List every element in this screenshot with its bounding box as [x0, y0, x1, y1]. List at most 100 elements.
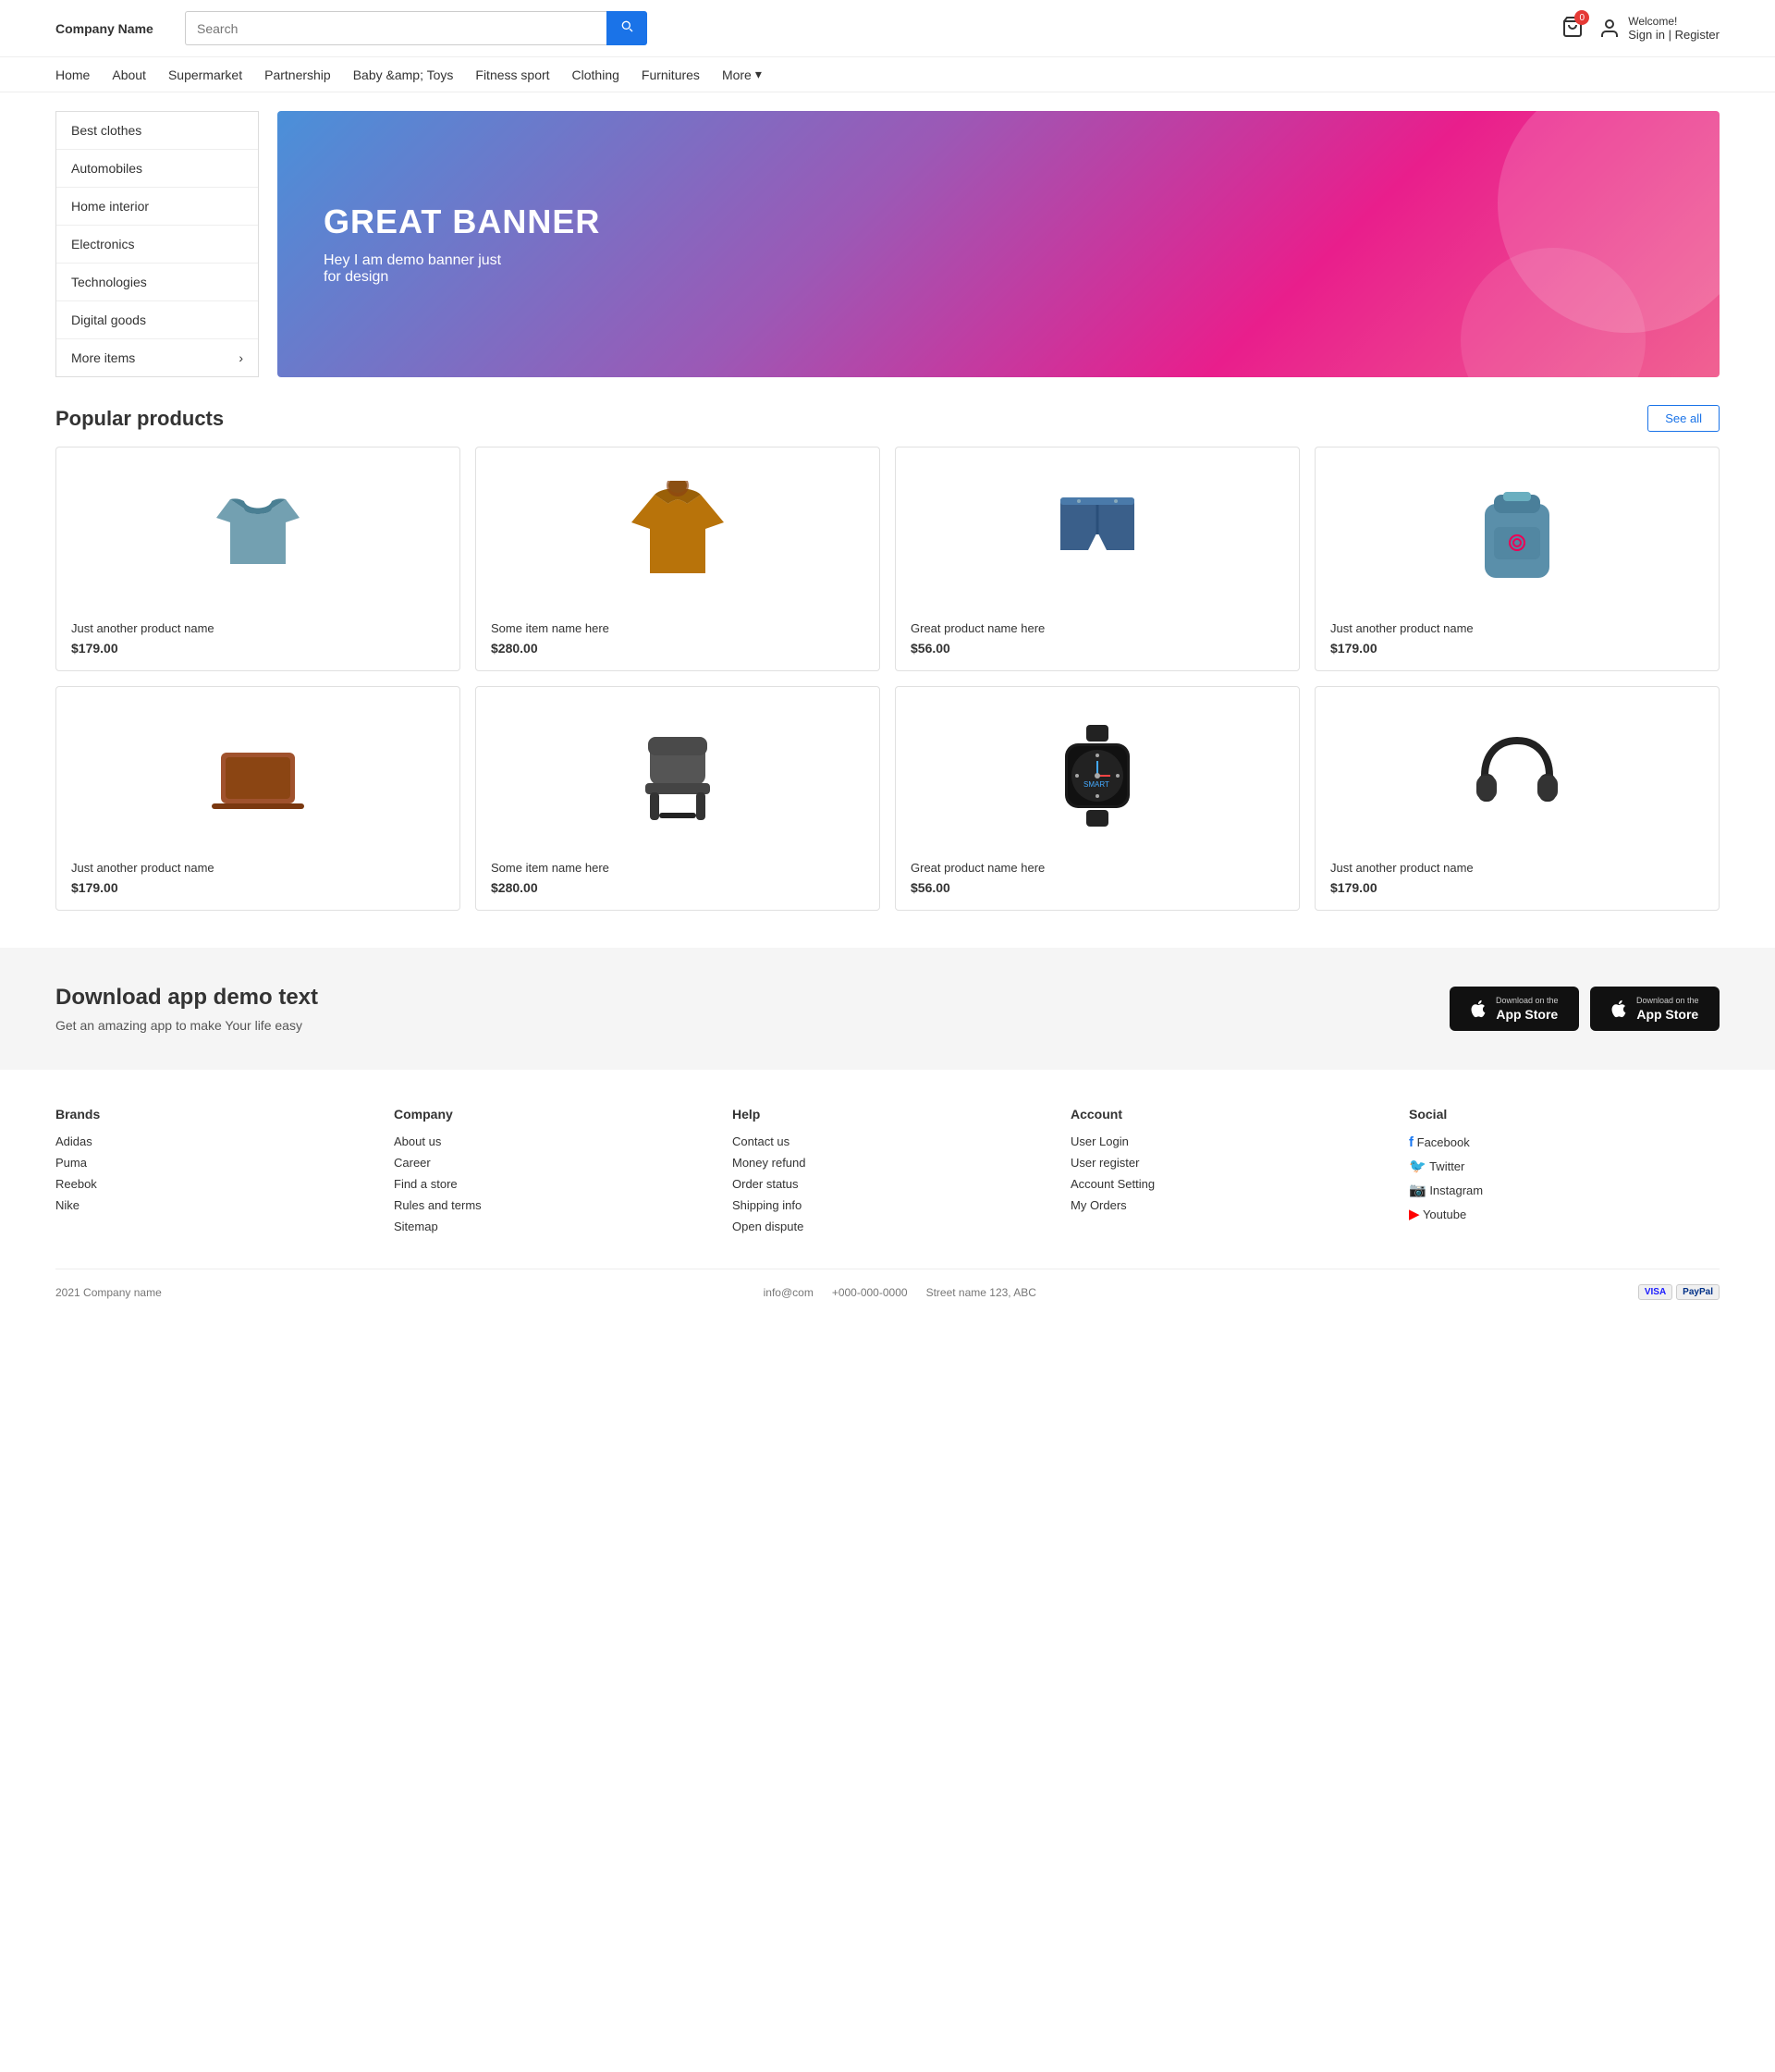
- cart-button[interactable]: 0: [1561, 16, 1584, 41]
- footer-account-heading: Account: [1071, 1107, 1381, 1122]
- appstore-label-large-1: App Store: [1496, 1007, 1559, 1022]
- visa-payment-icon: VISA: [1638, 1284, 1672, 1300]
- laptop-icon: [202, 720, 313, 831]
- product-card-2[interactable]: Some item name here $280.00: [475, 447, 880, 671]
- header: Company Name 0 Welcome! Sign in | Regist…: [0, 0, 1775, 57]
- footer-link-facebook[interactable]: f Facebook: [1409, 1134, 1720, 1150]
- footer-link-career[interactable]: Career: [394, 1156, 704, 1170]
- search-button[interactable]: [606, 11, 647, 45]
- nav-home[interactable]: Home: [55, 67, 90, 82]
- product-card-8[interactable]: Just another product name $179.00: [1315, 686, 1720, 911]
- apple-icon-2: [1609, 999, 1629, 1019]
- popular-products-title: Popular products: [55, 407, 224, 431]
- headphones-icon: [1462, 720, 1573, 831]
- search-input[interactable]: [185, 11, 606, 45]
- product-card-6[interactable]: Some item name here $280.00: [475, 686, 880, 911]
- footer-contact: info@com +000-000-0000 Street name 123, …: [764, 1286, 1036, 1299]
- appstore-label-small-1: Download on the: [1496, 996, 1559, 1005]
- footer-company-heading: Company: [394, 1107, 704, 1122]
- footer-link-refund[interactable]: Money refund: [732, 1156, 1043, 1170]
- product-name-8: Just another product name: [1330, 861, 1704, 875]
- nav-baby[interactable]: Baby &amp; Toys: [353, 67, 454, 82]
- appstore-button-1[interactable]: Download on the App Store: [1450, 987, 1579, 1031]
- product-price-6: $280.00: [491, 880, 864, 895]
- chair-icon: [622, 720, 733, 831]
- footer-link-instagram[interactable]: 📷 Instagram: [1409, 1182, 1720, 1198]
- app-title: Download app demo text: [55, 985, 318, 1011]
- footer-help: Help Contact us Money refund Order statu…: [732, 1107, 1043, 1241]
- product-name-1: Just another product name: [71, 621, 445, 635]
- product-image-3: [911, 462, 1284, 610]
- product-price-1: $179.00: [71, 641, 445, 656]
- sidebar-item-technologies[interactable]: Technologies: [56, 264, 258, 301]
- footer-link-rules[interactable]: Rules and terms: [394, 1198, 704, 1212]
- footer-link-about-us[interactable]: About us: [394, 1134, 704, 1148]
- product-card-3[interactable]: Great product name here $56.00: [895, 447, 1300, 671]
- sidebar-item-more-items[interactable]: More items ›: [56, 339, 258, 376]
- content-row: Best clothes Automobiles Home interior E…: [55, 111, 1720, 377]
- sidebar-item-automobiles[interactable]: Automobiles: [56, 150, 258, 188]
- footer-link-sitemap[interactable]: Sitemap: [394, 1220, 704, 1233]
- footer-link-find-store[interactable]: Find a store: [394, 1177, 704, 1191]
- footer-link-account-setting[interactable]: Account Setting: [1071, 1177, 1381, 1191]
- product-card-7[interactable]: SMART Great product name here $56.00: [895, 686, 1300, 911]
- backpack-icon: [1462, 481, 1573, 592]
- product-card-1[interactable]: Just another product name $179.00: [55, 447, 460, 671]
- footer-link-user-register[interactable]: User register: [1071, 1156, 1381, 1170]
- product-card-4[interactable]: Just another product name $179.00: [1315, 447, 1720, 671]
- nav-clothing[interactable]: Clothing: [572, 67, 619, 82]
- footer-link-my-orders[interactable]: My Orders: [1071, 1198, 1381, 1212]
- header-right: 0 Welcome! Sign in | Register: [1561, 15, 1720, 42]
- product-price-2: $280.00: [491, 641, 864, 656]
- paypal-payment-icon: PayPal: [1676, 1284, 1720, 1300]
- nav-supermarket[interactable]: Supermarket: [168, 67, 242, 82]
- footer-link-adidas[interactable]: Adidas: [55, 1134, 366, 1148]
- footer-link-dispute[interactable]: Open dispute: [732, 1220, 1043, 1233]
- appstore-button-2[interactable]: Download on the App Store: [1590, 987, 1720, 1031]
- sidebar-item-electronics[interactable]: Electronics: [56, 226, 258, 264]
- footer-brands-heading: Brands: [55, 1107, 366, 1122]
- footer-link-user-login[interactable]: User Login: [1071, 1134, 1381, 1148]
- app-download-section: Download app demo text Get an amazing ap…: [0, 948, 1775, 1070]
- footer-link-youtube[interactable]: ▶ Youtube: [1409, 1206, 1720, 1222]
- appstore-label-small-2: Download on the: [1636, 996, 1699, 1005]
- footer-social: Social f Facebook 🐦 Twitter 📷 Instagram …: [1409, 1107, 1720, 1241]
- nav-partnership[interactable]: Partnership: [264, 67, 331, 82]
- footer-link-twitter[interactable]: 🐦 Twitter: [1409, 1158, 1720, 1174]
- nav-furnitures[interactable]: Furnitures: [642, 67, 700, 82]
- footer-columns: Brands Adidas Puma Reebok Nike Company A…: [55, 1107, 1720, 1269]
- nav-about[interactable]: About: [112, 67, 146, 82]
- footer-link-contact[interactable]: Contact us: [732, 1134, 1043, 1148]
- product-price-5: $179.00: [71, 880, 445, 895]
- sidebar-item-digital-goods[interactable]: Digital goods: [56, 301, 258, 339]
- watch-icon: SMART: [1042, 720, 1153, 831]
- footer-link-reebok[interactable]: Reebok: [55, 1177, 366, 1191]
- sidebar-item-home-interior[interactable]: Home interior: [56, 188, 258, 226]
- shirt-icon: [202, 481, 313, 592]
- product-card-5[interactable]: Just another product name $179.00: [55, 686, 460, 911]
- facebook-icon: f: [1409, 1134, 1414, 1150]
- main-content: Best clothes Automobiles Home interior E…: [0, 92, 1775, 929]
- product-price-8: $179.00: [1330, 880, 1704, 895]
- footer-link-shipping[interactable]: Shipping info: [732, 1198, 1043, 1212]
- see-all-button[interactable]: See all: [1647, 405, 1720, 432]
- footer-link-puma[interactable]: Puma: [55, 1156, 366, 1170]
- nav-fitness[interactable]: Fitness sport: [475, 67, 549, 82]
- sign-in-link[interactable]: Sign in | Register: [1628, 28, 1720, 42]
- payment-icons: VISA PayPal: [1638, 1284, 1720, 1300]
- apple-icon: [1468, 999, 1488, 1019]
- footer: Brands Adidas Puma Reebok Nike Company A…: [0, 1070, 1775, 1318]
- navbar: Home About Supermarket Partnership Baby …: [0, 57, 1775, 92]
- banner-subtitle: Hey I am demo banner justfor design: [324, 252, 1673, 286]
- jacket-icon: [622, 481, 733, 592]
- footer-link-nike[interactable]: Nike: [55, 1198, 366, 1212]
- user-section[interactable]: Welcome! Sign in | Register: [1598, 15, 1720, 42]
- footer-address: Street name 123, ABC: [926, 1286, 1036, 1299]
- sidebar-item-best-clothes[interactable]: Best clothes: [56, 112, 258, 150]
- product-name-4: Just another product name: [1330, 621, 1704, 635]
- app-text: Download app demo text Get an amazing ap…: [55, 985, 318, 1033]
- product-name-5: Just another product name: [71, 861, 445, 875]
- footer-link-order-status[interactable]: Order status: [732, 1177, 1043, 1191]
- product-price-4: $179.00: [1330, 641, 1704, 656]
- nav-more[interactable]: More ▾: [722, 67, 762, 82]
